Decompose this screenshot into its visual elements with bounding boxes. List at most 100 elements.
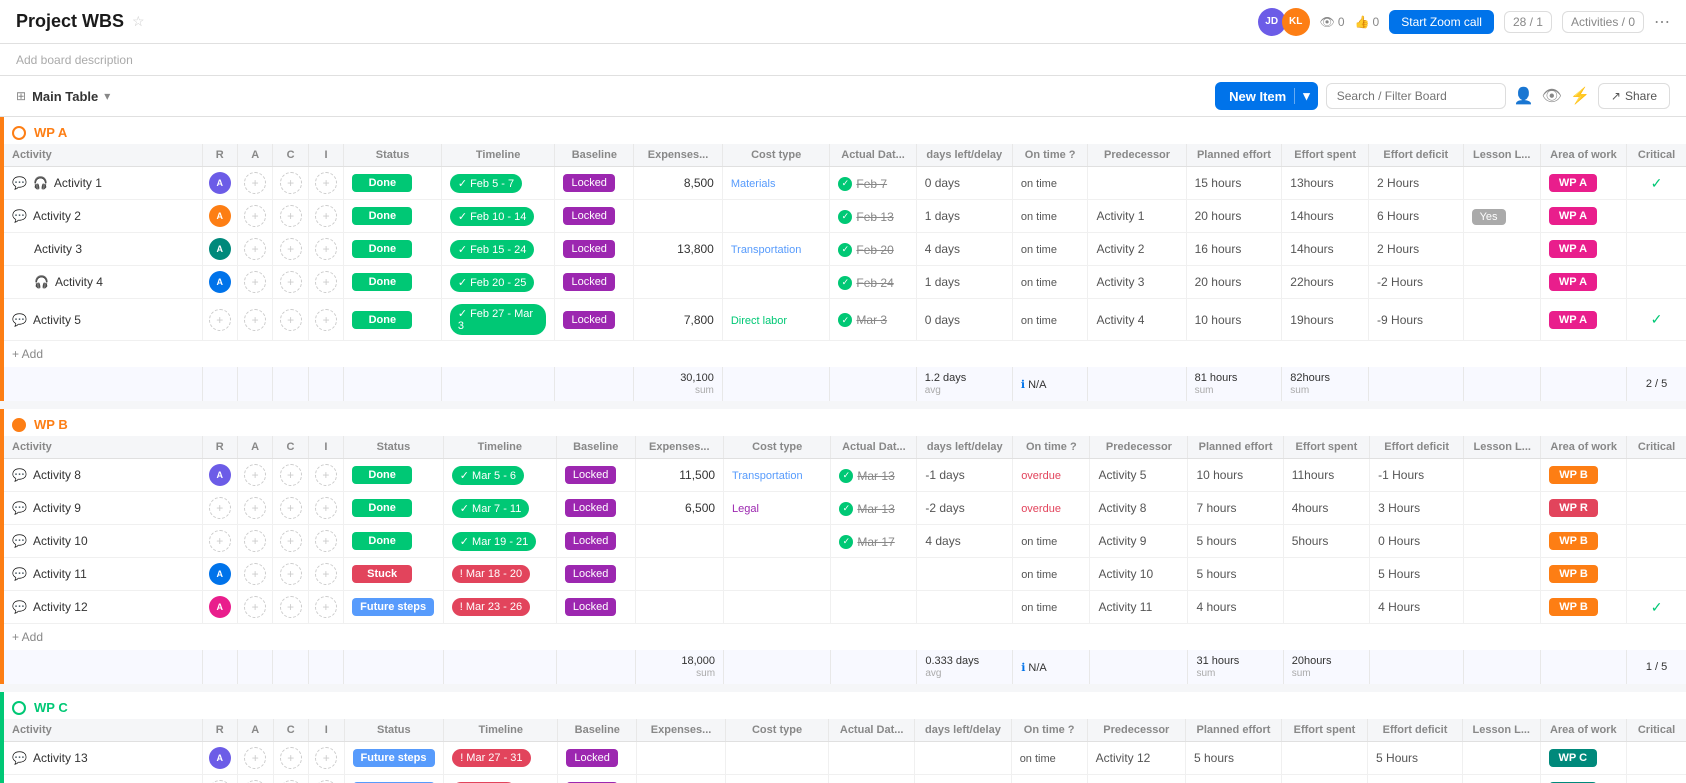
activity-name[interactable]: Activity 13	[33, 751, 88, 765]
group-name-wpb: WP B	[34, 417, 68, 432]
headphone-icon: 🎧	[34, 275, 49, 289]
search-input[interactable]	[1326, 83, 1506, 109]
share-button[interactable]: ↗Share	[1598, 83, 1670, 109]
table-row: 💬 🎧 Activity 1 A+++Done✓ Feb 5 - 7Locked…	[2, 167, 1686, 200]
activity-name-cell: 💬 Activity 9	[2, 492, 202, 525]
timeline-badge[interactable]: ✓ Mar 7 - 11	[452, 499, 530, 518]
more-icon[interactable]: ⋯	[1654, 12, 1670, 32]
status-badge[interactable]: Done	[352, 311, 412, 329]
chevron-down-icon[interactable]: ▾	[104, 89, 110, 103]
zoom-btn[interactable]: Start Zoom call	[1389, 10, 1494, 34]
eye-icon[interactable]: 👁	[1542, 86, 1562, 106]
status-badge[interactable]: Stuck	[352, 565, 412, 583]
timeline-badge[interactable]: ! Mar 27 - 31	[452, 749, 530, 767]
group-toggle-wpb[interactable]	[12, 418, 26, 432]
critical-check: ✓	[1651, 311, 1663, 327]
timeline-badge[interactable]: ✓ Feb 27 - Mar 3	[450, 304, 547, 335]
chat-icon[interactable]: 💬	[12, 313, 27, 327]
filter-icon[interactable]: ⚡	[1570, 86, 1590, 106]
status-badge[interactable]: Done	[352, 499, 412, 517]
activity-name-cell: 💬 Activity 2	[2, 200, 202, 233]
th-actual: Actual Dat...	[830, 144, 916, 167]
timeline-badge[interactable]: ✓ Feb 5 - 7	[450, 174, 522, 193]
col-headers-wpa: Activity R A C I Status Timeline Baselin…	[2, 144, 1686, 167]
chat-icon[interactable]: 💬	[12, 534, 27, 548]
on-time-label: on time	[1021, 602, 1057, 614]
area-badge: WP A	[1549, 174, 1597, 192]
group-toggle-wpa[interactable]	[12, 126, 26, 140]
star-icon[interactable]: ☆	[132, 13, 145, 30]
activity-name[interactable]: Activity 8	[33, 468, 81, 482]
activity-name[interactable]: Activity 5	[33, 313, 81, 327]
status-badge[interactable]: Done	[352, 466, 412, 484]
group-name-wpc: WP C	[34, 700, 68, 715]
chat-icon[interactable]: 💬	[12, 468, 27, 482]
on-time-label: on time	[1021, 211, 1057, 223]
th-area: Area of work	[1540, 144, 1626, 167]
activity-name[interactable]: Activity 10	[33, 534, 88, 548]
chat-icon[interactable]: 💬	[12, 751, 27, 765]
table-wpa: Activity R A C I Status Timeline Baselin…	[0, 144, 1686, 401]
timeline-badge[interactable]: ✓ Mar 19 - 21	[452, 532, 537, 551]
activity-name-cell: 💬 Activity 8	[2, 459, 202, 492]
group-toggle-wpc[interactable]	[12, 701, 26, 715]
activity-name[interactable]: Activity 3	[34, 242, 82, 256]
activity-name[interactable]: Activity 9	[33, 501, 81, 515]
timeline-badge[interactable]: ✓ Feb 15 - 24	[450, 240, 535, 259]
sum-row: 30,100sum 1.2 daysavg ℹ N/A 81 hourssum …	[2, 367, 1686, 401]
on-time-label: on time	[1021, 277, 1057, 289]
main-table-label[interactable]: Main Table	[32, 89, 98, 104]
activity-name[interactable]: Activity 4	[55, 275, 103, 289]
th-lesson: Lesson L...	[1463, 144, 1540, 167]
area-badge: WP A	[1549, 311, 1597, 329]
status-badge[interactable]: Done	[352, 273, 412, 291]
chat-icon[interactable]: 💬	[12, 209, 27, 223]
locked-badge: Locked	[563, 311, 614, 329]
th-deficit: Effort deficit	[1369, 144, 1464, 167]
status-badge[interactable]: Future steps	[353, 749, 435, 767]
top-bar: Project WBS ☆ JD KL 👁0 👍0 Start Zoom cal…	[0, 0, 1686, 44]
chat-icon[interactable]: 💬	[12, 567, 27, 581]
status-badge[interactable]: Done	[352, 207, 412, 225]
status-badge[interactable]: Done	[352, 532, 412, 550]
table-container: WP A Activity R A C I Status Timeline Ba…	[0, 117, 1686, 783]
project-title: Project WBS	[16, 11, 124, 32]
timeline-badge[interactable]: ✓ Mar 5 - 6	[452, 466, 524, 485]
status-badge[interactable]: Done	[352, 174, 412, 192]
area-badge: WP A	[1549, 273, 1597, 291]
activity-name[interactable]: Activity 1	[54, 176, 102, 190]
cost-type-badge[interactable]: Transportation	[731, 244, 802, 256]
new-item-button[interactable]: New Item ▾	[1215, 82, 1318, 110]
timeline-badge[interactable]: ! Mar 23 - 26	[452, 598, 530, 616]
add-row[interactable]: + Add	[2, 624, 1686, 651]
cost-type-badge[interactable]: Legal	[732, 503, 759, 515]
th-days: days left/delay	[916, 144, 1012, 167]
table-wpb: Activity R A C I Status Timeline Baselin…	[0, 436, 1686, 684]
col-headers-wpc: Activity R A C I Status Timeline Baselin…	[2, 719, 1686, 742]
chat-icon[interactable]: 💬	[12, 176, 27, 190]
on-time-label: on time	[1021, 315, 1057, 327]
cost-type-badge[interactable]: Transportation	[732, 470, 803, 482]
status-badge[interactable]: Future steps	[352, 598, 434, 616]
person-icon[interactable]: 👤	[1514, 86, 1534, 106]
add-row[interactable]: + Add	[2, 341, 1686, 368]
activity-name[interactable]: Activity 11	[33, 567, 87, 581]
critical-check: ✓	[1651, 599, 1663, 615]
table-row: 💬 Activity 9 ++++Done✓ Mar 7 - 11Locked6…	[2, 492, 1686, 525]
activity-name[interactable]: Activity 2	[33, 209, 81, 223]
cost-type-badge[interactable]: Direct labor	[731, 315, 787, 327]
chat-icon[interactable]: 💬	[12, 501, 27, 515]
activity-name-cell: 💬 Activity 12	[2, 591, 202, 624]
critical-check: ✓	[1651, 175, 1663, 191]
th-costtype: Cost type	[722, 144, 830, 167]
activity-name[interactable]: Activity 12	[33, 600, 88, 614]
board-desc[interactable]: Add board description	[16, 53, 133, 67]
cost-type-badge[interactable]: Materials	[731, 178, 776, 190]
th-planned: Planned effort	[1186, 144, 1282, 167]
chat-icon[interactable]: 💬	[12, 600, 27, 614]
timeline-badge[interactable]: ✓ Feb 20 - 25	[450, 273, 535, 292]
timeline-badge[interactable]: ! Mar 18 - 20	[452, 565, 530, 583]
group-wpc: WP C Activity R A C I Status Timeline Ba…	[0, 692, 1686, 783]
status-badge[interactable]: Done	[352, 240, 412, 258]
timeline-badge[interactable]: ✓ Feb 10 - 14	[450, 207, 535, 226]
